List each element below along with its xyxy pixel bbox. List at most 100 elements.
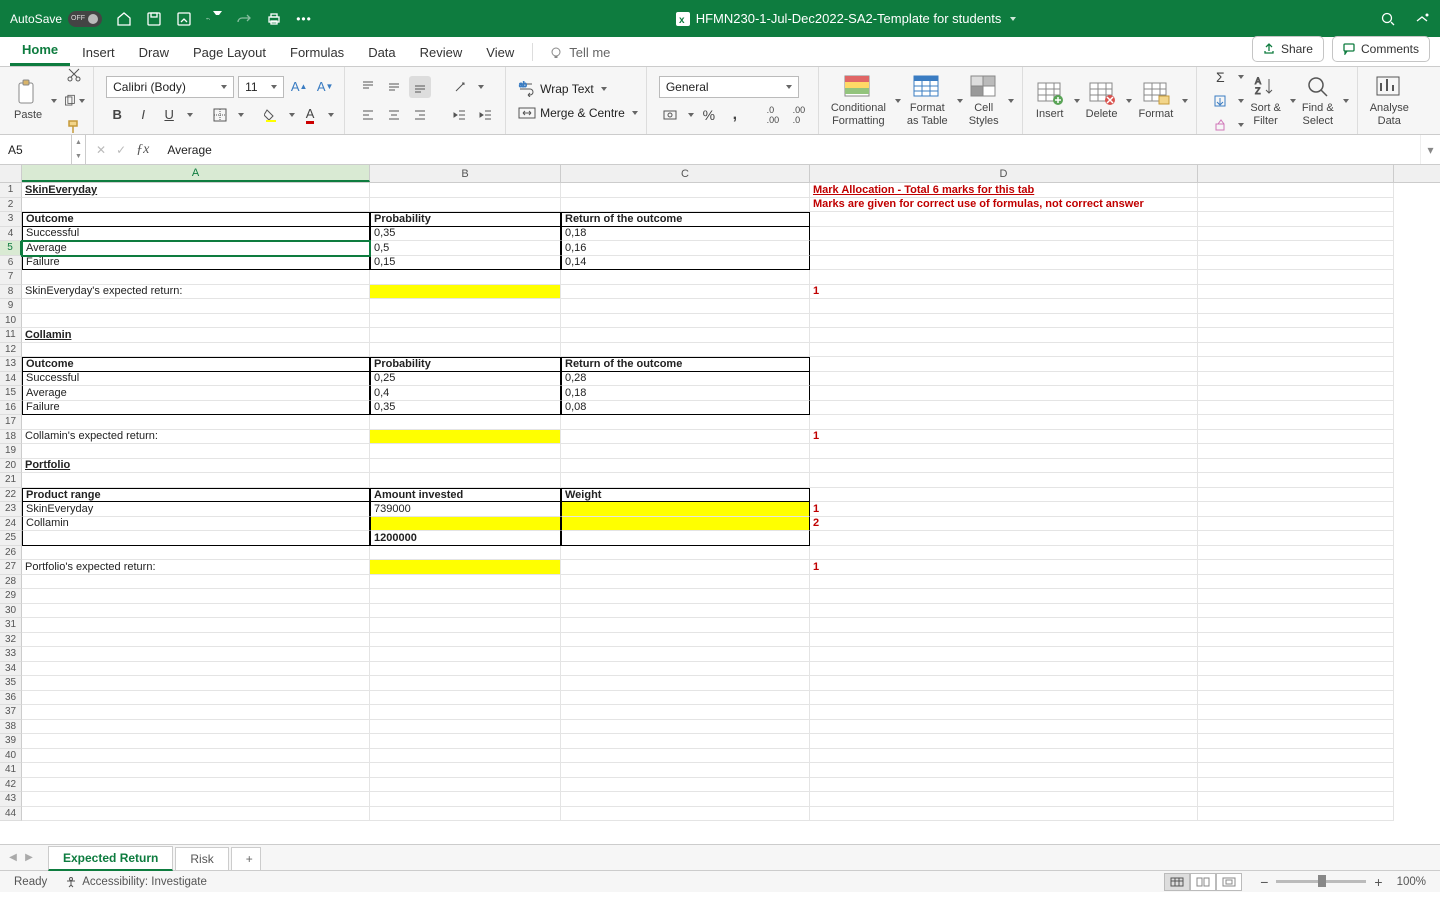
cell-B10[interactable]: [370, 314, 561, 329]
cell-A22[interactable]: Product range: [22, 488, 370, 503]
cell-D40[interactable]: [810, 749, 1198, 764]
cell-E11[interactable]: [1198, 328, 1394, 343]
cell-E2[interactable]: [1198, 198, 1394, 213]
row-header-36[interactable]: 36: [0, 691, 22, 706]
cell-B9[interactable]: [370, 299, 561, 314]
cell-A15[interactable]: Average: [22, 386, 370, 401]
cell-A3[interactable]: Outcome: [22, 212, 370, 227]
cell-C3[interactable]: Return of the outcome: [561, 212, 810, 227]
cell-C11[interactable]: [561, 328, 810, 343]
cell-C13[interactable]: Return of the outcome: [561, 357, 810, 372]
cell-D17[interactable]: [810, 415, 1198, 430]
copy-icon[interactable]: [63, 90, 85, 112]
cell-B20[interactable]: [370, 459, 561, 474]
cell-A35[interactable]: [22, 676, 370, 691]
cell-D29[interactable]: [810, 589, 1198, 604]
row-header-39[interactable]: 39: [0, 734, 22, 749]
cell-E40[interactable]: [1198, 749, 1394, 764]
cell-C24[interactable]: [561, 517, 810, 532]
cell-A1[interactable]: SkinEveryday: [22, 183, 370, 198]
cell-A24[interactable]: Collamin: [22, 517, 370, 532]
cell-E25[interactable]: [1198, 531, 1394, 546]
row-header-26[interactable]: 26: [0, 546, 22, 561]
decrease-decimal-icon[interactable]: .00.0: [788, 104, 810, 126]
cell-E20[interactable]: [1198, 459, 1394, 474]
decrease-indent-icon[interactable]: [449, 104, 471, 126]
more-icon[interactable]: •••: [296, 11, 312, 27]
cell-D8[interactable]: 1: [810, 285, 1198, 300]
cell-D44[interactable]: [810, 807, 1198, 822]
cell-B11[interactable]: [370, 328, 561, 343]
cell-C14[interactable]: 0,28: [561, 372, 810, 387]
increase-decimal-icon[interactable]: .0.00: [762, 104, 784, 126]
cell-D27[interactable]: 1: [810, 560, 1198, 575]
cell-D41[interactable]: [810, 763, 1198, 778]
cell-A44[interactable]: [22, 807, 370, 822]
tab-page-layout[interactable]: Page Layout: [181, 39, 278, 66]
cell-E16[interactable]: [1198, 401, 1394, 416]
cell-E4[interactable]: [1198, 227, 1394, 242]
cell-C19[interactable]: [561, 444, 810, 459]
sheet-tab-risk[interactable]: Risk: [175, 847, 228, 870]
cell-D7[interactable]: [810, 270, 1198, 285]
cell-D24[interactable]: 2: [810, 517, 1198, 532]
cell-E7[interactable]: [1198, 270, 1394, 285]
cell-E21[interactable]: [1198, 473, 1394, 488]
cell-C12[interactable]: [561, 343, 810, 358]
cell-C17[interactable]: [561, 415, 810, 430]
cell-A26[interactable]: [22, 546, 370, 561]
cell-C5[interactable]: 0,16: [561, 241, 810, 256]
row-header-44[interactable]: 44: [0, 807, 22, 822]
zoom-out-icon[interactable]: −: [1260, 874, 1268, 890]
delete-cells-button[interactable]: Delete: [1086, 80, 1118, 120]
cell-A9[interactable]: [22, 299, 370, 314]
cell-D19[interactable]: [810, 444, 1198, 459]
cell-A27[interactable]: Portfolio's expected return:: [22, 560, 370, 575]
cell-A38[interactable]: [22, 720, 370, 735]
row-header-9[interactable]: 9: [0, 299, 22, 314]
cell-C43[interactable]: [561, 792, 810, 807]
align-top-icon[interactable]: [357, 76, 379, 98]
row-header-37[interactable]: 37: [0, 705, 22, 720]
cell-E18[interactable]: [1198, 430, 1394, 445]
row-header-43[interactable]: 43: [0, 792, 22, 807]
cell-A34[interactable]: [22, 662, 370, 677]
enter-formula-icon[interactable]: ✓: [116, 143, 126, 157]
cell-D11[interactable]: [810, 328, 1198, 343]
cell-B30[interactable]: [370, 604, 561, 619]
cell-B37[interactable]: [370, 705, 561, 720]
share-button[interactable]: Share: [1252, 36, 1324, 62]
cell-B23[interactable]: 739000: [370, 502, 561, 517]
cell-D9[interactable]: [810, 299, 1198, 314]
fill-icon[interactable]: [1209, 90, 1231, 112]
cell-D32[interactable]: [810, 633, 1198, 648]
cell-A5[interactable]: Average: [22, 241, 370, 256]
view-normal-icon[interactable]: [1164, 873, 1190, 891]
cell-A39[interactable]: [22, 734, 370, 749]
view-page-break-icon[interactable]: [1216, 873, 1242, 891]
cell-C20[interactable]: [561, 459, 810, 474]
cell-B15[interactable]: 0,4: [370, 386, 561, 401]
cell-E12[interactable]: [1198, 343, 1394, 358]
save-icon[interactable]: [146, 11, 162, 27]
col-header-A[interactable]: A: [22, 165, 370, 182]
underline-button[interactable]: U: [158, 104, 180, 126]
row-header-1[interactable]: 1: [0, 183, 22, 198]
cell-C25[interactable]: [561, 531, 810, 546]
row-header-20[interactable]: 20: [0, 459, 22, 474]
tab-draw[interactable]: Draw: [127, 39, 181, 66]
row-header-32[interactable]: 32: [0, 633, 22, 648]
cell-B18[interactable]: [370, 430, 561, 445]
namebox-stepper[interactable]: ▲▼: [72, 135, 86, 164]
view-page-layout-icon[interactable]: [1190, 873, 1216, 891]
row-header-25[interactable]: 25: [0, 531, 22, 546]
cell-C18[interactable]: [561, 430, 810, 445]
cell-C15[interactable]: 0,18: [561, 386, 810, 401]
row-header-18[interactable]: 18: [0, 430, 22, 445]
cell-B12[interactable]: [370, 343, 561, 358]
cell-B44[interactable]: [370, 807, 561, 822]
clear-icon[interactable]: [1209, 114, 1231, 136]
cell-A36[interactable]: [22, 691, 370, 706]
fx-icon[interactable]: ƒx: [136, 142, 149, 158]
col-header-D[interactable]: D: [810, 165, 1198, 182]
